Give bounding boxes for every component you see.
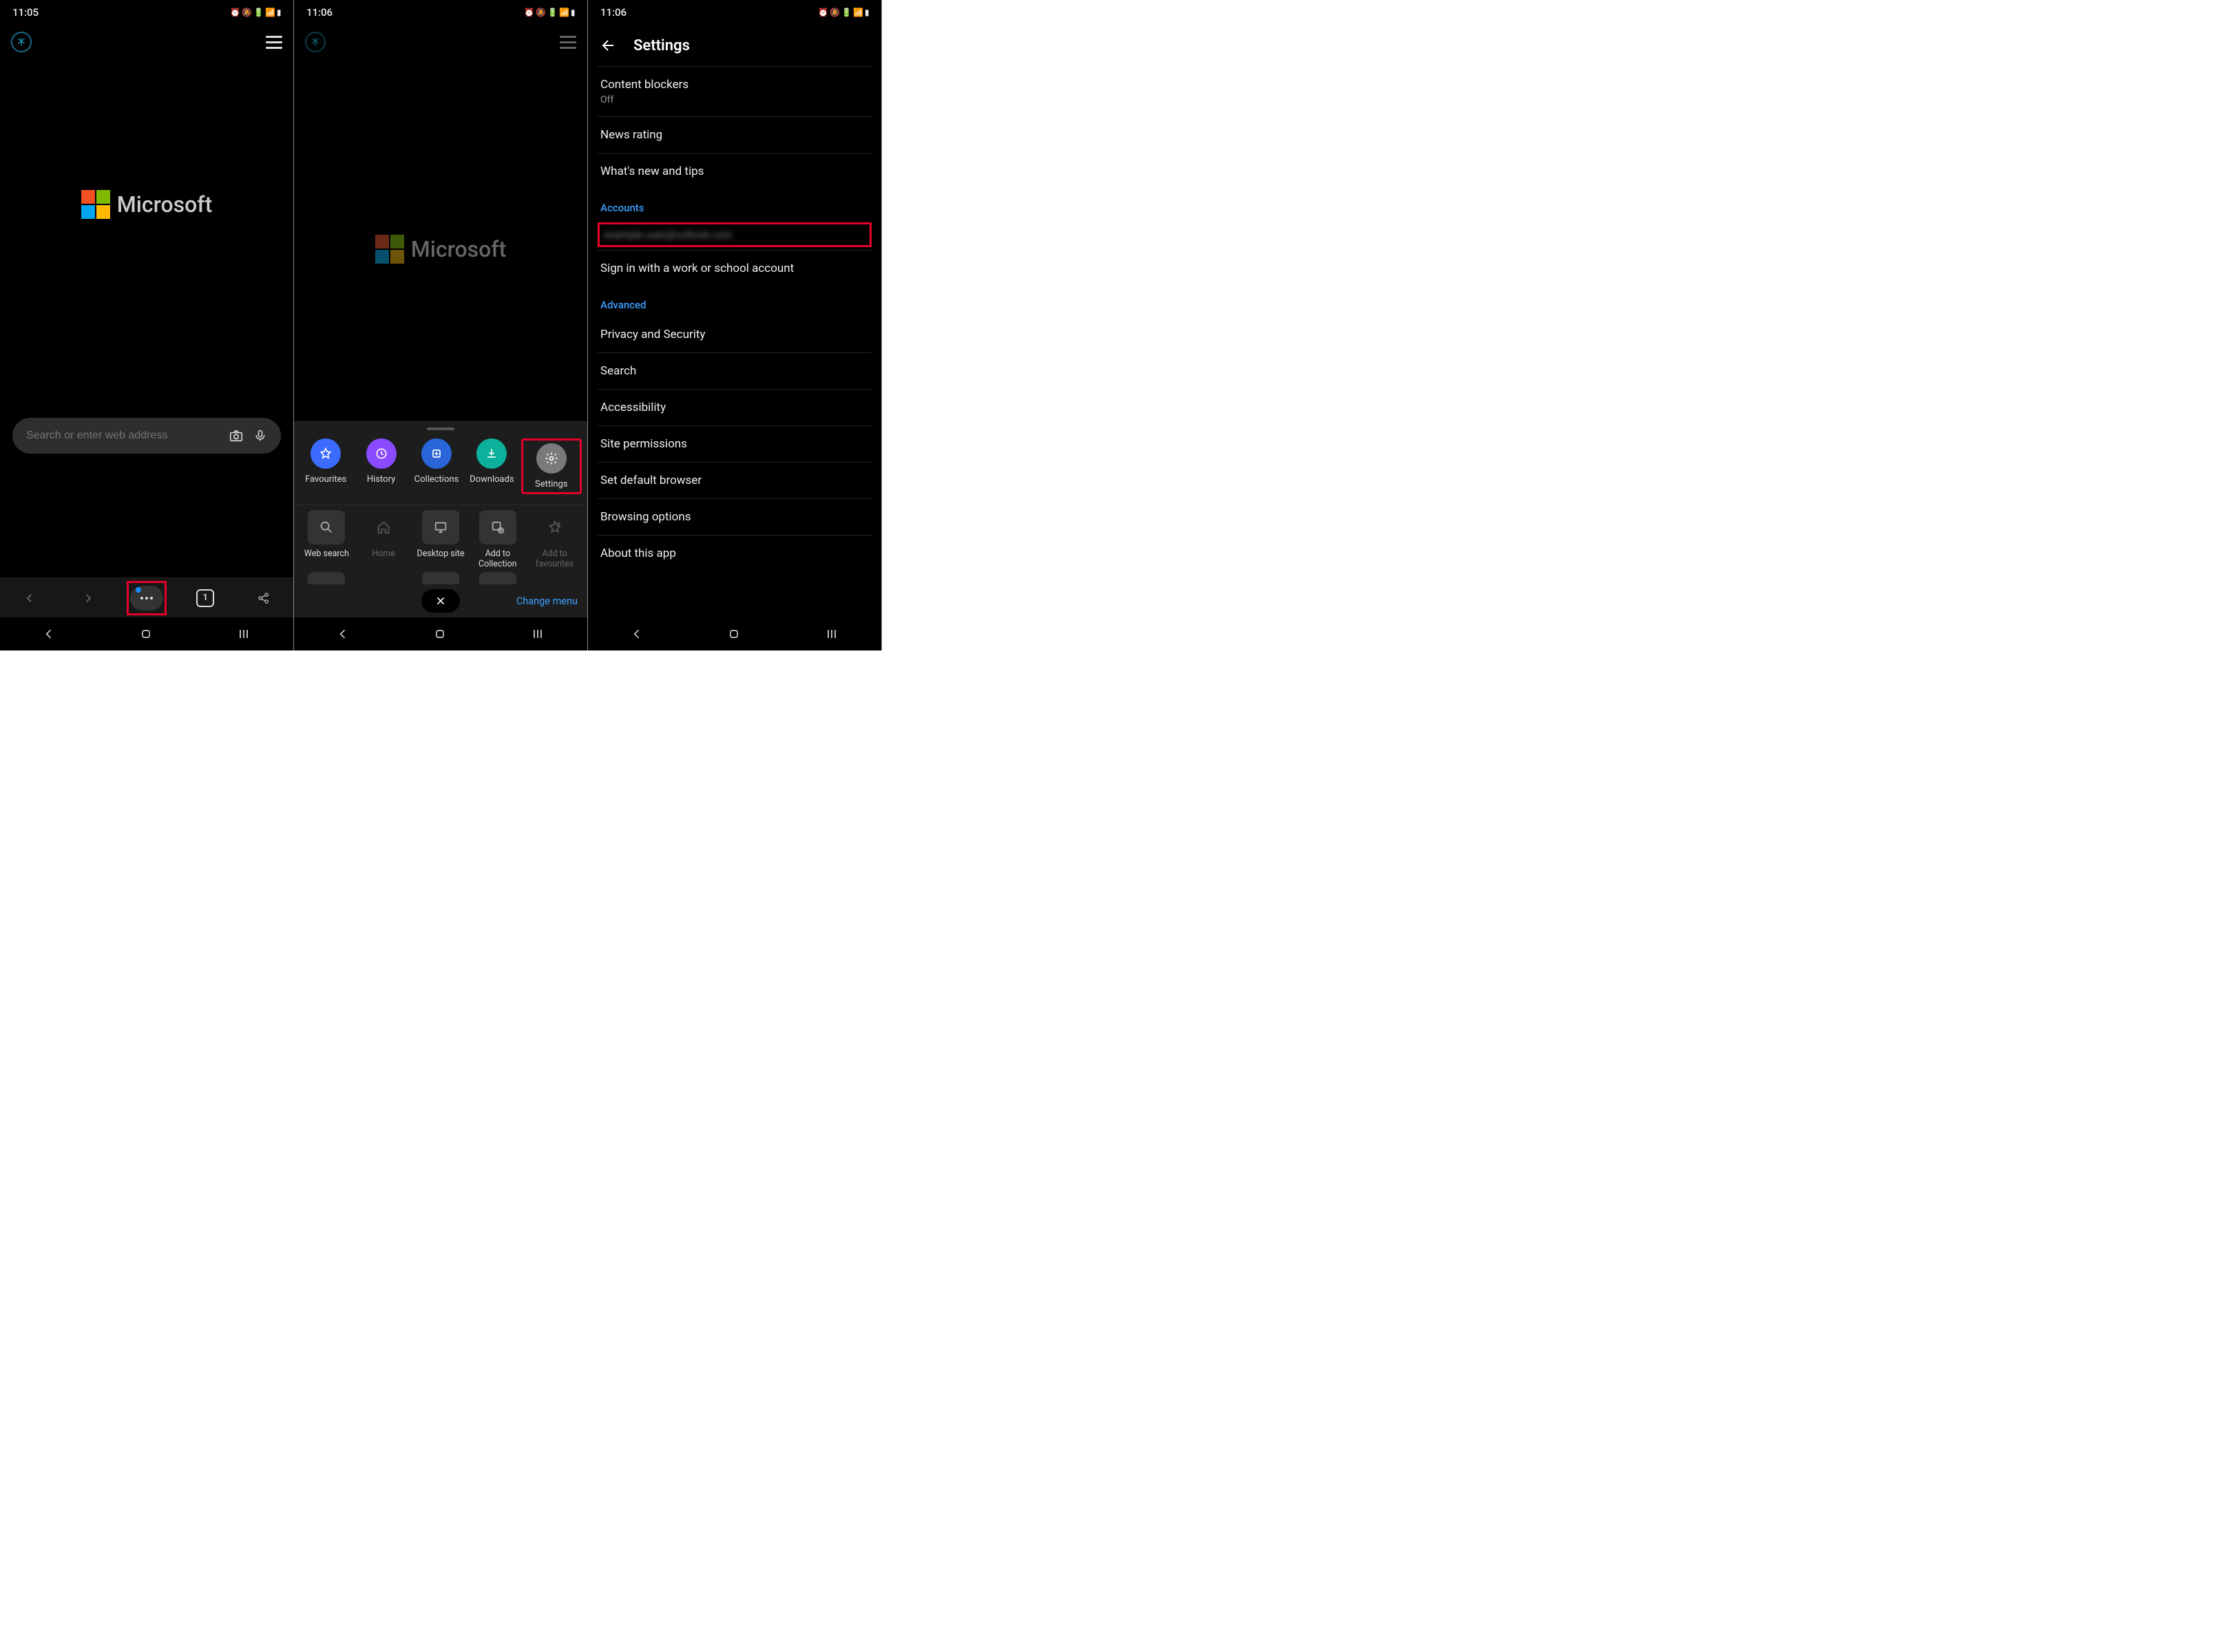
pane-1-edge-home: 11:05 ⏰ 🔕 🔋 📶 ▮ Microsoft <box>0 0 293 650</box>
row-about[interactable]: About this app <box>598 536 872 571</box>
status-bar: 11:06 ⏰ 🔕 🔋 📶 ▮ <box>294 0 587 25</box>
pane-2-menu-open: 11:06 ⏰ 🔕 🔋 📶 ▮ Microsoft Favourite <box>294 0 587 650</box>
sys-back-icon[interactable] <box>336 627 350 641</box>
grid-peek-2 <box>365 572 402 584</box>
page-title: Settings <box>633 37 690 54</box>
grid-peek-5 <box>536 572 574 584</box>
grid-peek-3 <box>422 572 459 584</box>
section-advanced: Advanced <box>598 286 872 317</box>
status-icons: ⏰ 🔕 🔋 📶 ▮ <box>818 8 869 17</box>
change-menu-link[interactable]: Change menu <box>516 595 578 607</box>
row-privacy[interactable]: Privacy and Security <box>598 317 872 353</box>
desktop-icon <box>422 510 459 544</box>
sys-back-icon[interactable] <box>630 627 644 641</box>
gear-icon <box>536 443 567 474</box>
microsoft-logo-icon <box>375 235 404 264</box>
row-default-browser[interactable]: Set default browser <box>598 463 872 499</box>
status-icons: ⏰ 🔕 🔋 📶 ▮ <box>230 8 281 17</box>
back-button[interactable] <box>13 584 46 612</box>
quick-downloads[interactable]: Downloads <box>465 438 518 494</box>
star-icon <box>311 438 341 469</box>
settings-list[interactable]: Content blockers Off News rating What's … <box>588 66 881 617</box>
grid-web-search[interactable]: Web search <box>299 510 354 571</box>
grid-peek-4 <box>479 572 516 584</box>
grid-peek-1 <box>308 572 345 584</box>
sys-home-icon[interactable] <box>727 627 741 641</box>
add-favourite-icon <box>536 510 574 544</box>
sys-recents-icon[interactable] <box>824 627 839 641</box>
more-menu-button[interactable] <box>130 584 163 612</box>
settings-highlight: Settings <box>521 438 582 494</box>
row-site-permissions[interactable]: Site permissions <box>598 426 872 463</box>
row-account-highlight[interactable]: example.user@outlook.com <box>598 222 872 247</box>
home-icon <box>365 510 402 544</box>
status-icons: ⏰ 🔕 🔋 📶 ▮ <box>524 8 575 17</box>
quick-favourites[interactable]: Favourites <box>299 438 352 494</box>
inprivate-icon[interactable] <box>11 32 32 52</box>
browser-bottom-nav: 1 <box>0 578 293 617</box>
inprivate-icon[interactable] <box>305 32 326 52</box>
account-email: example.user@outlook.com <box>604 229 865 241</box>
row-search[interactable]: Search <box>598 353 872 390</box>
microsoft-wordmark: Microsoft <box>117 191 213 218</box>
grid-home[interactable]: Home <box>357 510 411 571</box>
camera-icon[interactable] <box>229 428 244 443</box>
hamburger-icon[interactable] <box>266 36 282 49</box>
sys-back-icon[interactable] <box>42 627 56 641</box>
section-accounts: Accounts <box>598 189 872 220</box>
forward-button[interactable] <box>72 584 105 612</box>
clock: 11:06 <box>306 6 333 19</box>
grid-add-collection[interactable]: Add to Collection <box>470 510 525 571</box>
history-icon <box>366 438 397 469</box>
clock: 11:06 <box>600 6 627 19</box>
search-input[interactable] <box>26 430 219 442</box>
pane-3-settings: 11:06 ⏰ 🔕 🔋 📶 ▮ Settings Content blocker… <box>588 0 881 650</box>
sys-recents-icon[interactable] <box>236 627 251 641</box>
grid-desktop-site[interactable]: Desktop site <box>414 510 468 571</box>
mic-icon[interactable] <box>253 429 267 443</box>
row-news-rating[interactable]: News rating <box>598 117 872 153</box>
browser-topbar <box>294 25 587 59</box>
grid-add-favourite[interactable]: Add to favourites <box>527 510 582 571</box>
tabs-button[interactable]: 1 <box>189 584 222 612</box>
search-bar[interactable] <box>12 418 281 454</box>
sheet-drag-handle[interactable] <box>427 427 454 430</box>
add-collection-icon <box>479 510 516 544</box>
sys-home-icon[interactable] <box>433 627 447 641</box>
homepage-logo: Microsoft <box>0 59 293 418</box>
row-work-signin[interactable]: Sign in with a work or school account <box>598 251 872 286</box>
browser-topbar <box>0 25 293 59</box>
sys-home-icon[interactable] <box>139 627 153 641</box>
system-nav <box>0 617 293 650</box>
row-content-blockers[interactable]: Content blockers Off <box>598 67 872 117</box>
search-icon <box>308 510 345 544</box>
microsoft-logo-icon <box>81 190 110 219</box>
tab-count: 1 <box>196 589 214 607</box>
microsoft-wordmark: Microsoft <box>411 236 507 262</box>
share-button[interactable] <box>247 584 280 612</box>
back-arrow-icon[interactable] <box>600 37 617 54</box>
sys-recents-icon[interactable] <box>530 627 545 641</box>
download-icon <box>476 438 507 469</box>
status-bar: 11:06 ⏰ 🔕 🔋 📶 ▮ <box>588 0 881 25</box>
clock: 11:05 <box>12 6 39 19</box>
quick-history[interactable]: History <box>355 438 408 494</box>
settings-header: Settings <box>588 25 881 66</box>
quick-settings[interactable]: Settings <box>525 443 578 489</box>
quick-collections[interactable]: Collections <box>410 438 463 494</box>
close-menu-button[interactable] <box>421 589 460 613</box>
menu-sheet: Favourites History Collections Downloads <box>294 421 587 617</box>
system-nav <box>294 617 587 650</box>
hamburger-icon[interactable] <box>560 36 576 49</box>
collections-icon <box>421 438 452 469</box>
row-accessibility[interactable]: Accessibility <box>598 390 872 426</box>
row-whats-new[interactable]: What's new and tips <box>598 153 872 189</box>
row-browsing-options[interactable]: Browsing options <box>598 499 872 536</box>
status-bar: 11:05 ⏰ 🔕 🔋 📶 ▮ <box>0 0 293 25</box>
system-nav <box>588 617 881 650</box>
